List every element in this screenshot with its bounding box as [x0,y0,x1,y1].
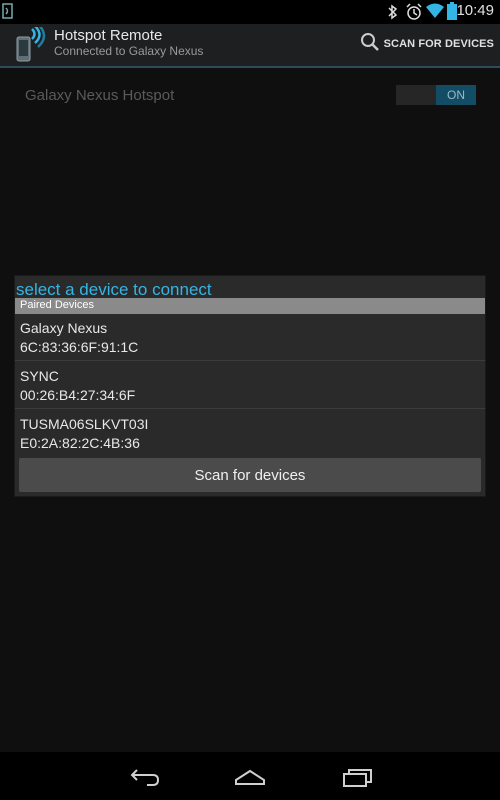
device-address: 6C:83:36:6F:91:1C [20,339,139,355]
dialog-title: select a device to connect [16,280,212,299]
divider [15,360,485,361]
scan-for-devices-action[interactable]: SCAN FOR DEVICES [360,32,494,56]
device-name: Galaxy Nexus [20,320,108,336]
navigation-bar [0,752,500,800]
divider [15,408,485,409]
recents-icon[interactable] [340,764,376,788]
device-address: 00:26:B4:27:34:6F [20,387,136,403]
home-icon[interactable] [232,764,268,788]
device-name: SYNC [20,368,59,384]
device-address: E0:2A:82:2C:4B:36 [20,435,140,451]
action-bar: Hotspot Remote Connected to Galaxy Nexus… [0,23,500,68]
device-row-tusma06slkvt03i[interactable]: TUSMA06SLKVT03I E0:2A:82:2C:4B:36 [15,410,485,457]
bluetooth-icon [387,3,399,26]
status-time: 10:49 [456,2,494,19]
scan-action-label: SCAN FOR DEVICES [383,38,494,50]
status-bar: 10:49 [0,0,500,24]
scan-for-devices-button[interactable]: Scan for devices [19,458,481,492]
notification-icon [0,2,16,25]
app-title: Hotspot Remote [54,27,163,44]
toggle-on-label: ON [436,85,476,105]
section-header: Paired Devices [15,298,485,314]
wifi-icon [426,3,444,24]
hotspot-label: Galaxy Nexus Hotspot [25,87,175,104]
device-name: TUSMA06SLKVT03I [20,416,149,432]
app-subtitle: Connected to Galaxy Nexus [54,44,204,58]
device-row-galaxy-nexus[interactable]: Galaxy Nexus 6C:83:36:6F:91:1C [15,314,485,361]
section-header-label: Paired Devices [20,299,94,311]
device-picker-dialog: select a device to connect Paired Device… [15,276,485,496]
phone-signal-icon[interactable] [14,23,48,63]
search-icon [360,32,380,57]
screen: 10:49 Hotspot Remote Connected to Galaxy… [0,0,500,800]
hotspot-setting-row[interactable]: Galaxy Nexus Hotspot ON [0,68,500,124]
device-row-sync[interactable]: SYNC 00:26:B4:27:34:6F [15,362,485,409]
hotspot-toggle[interactable]: ON [396,85,476,105]
alarm-icon [405,3,423,26]
back-icon[interactable] [127,764,163,788]
